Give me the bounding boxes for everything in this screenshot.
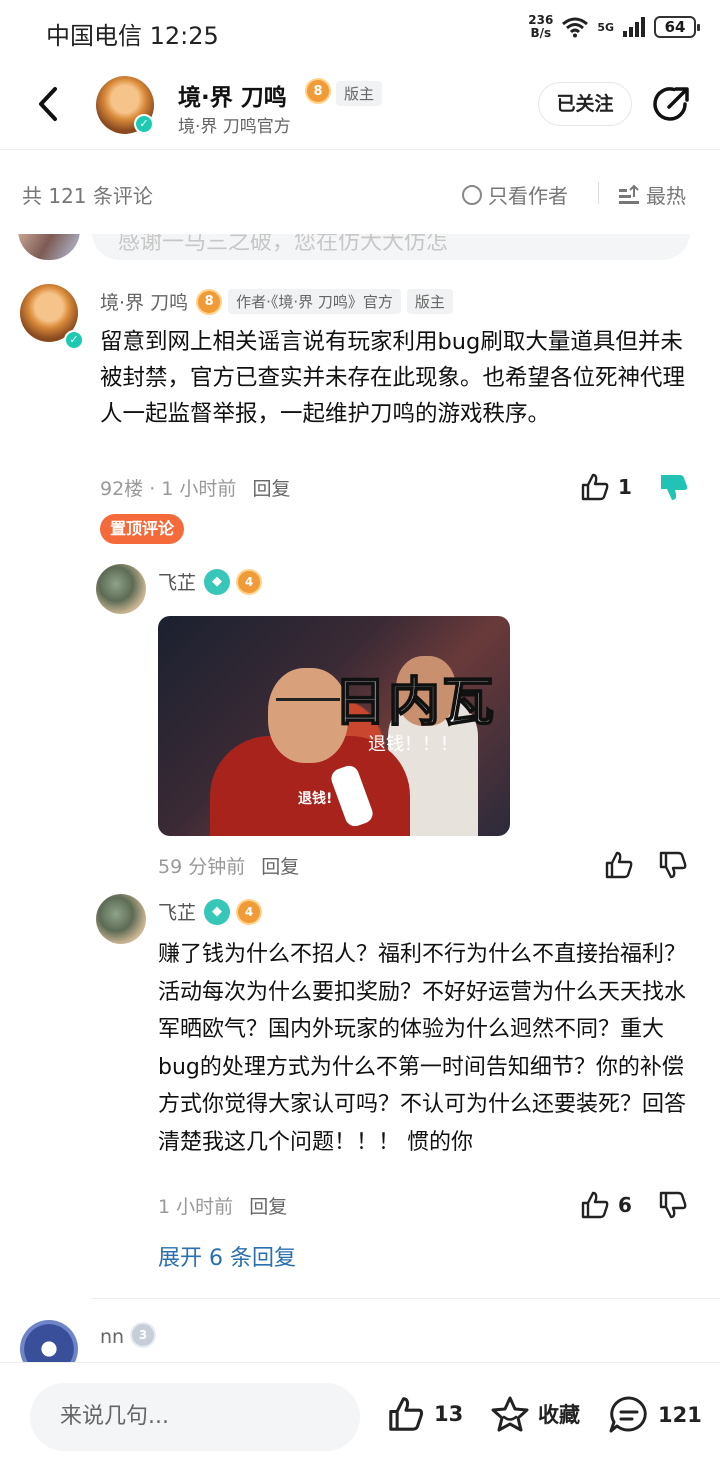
moderator-tag: 版主	[336, 81, 383, 106]
reply-text: 赚了钱为什么不招人？福利不行为什么不直接抬福利？活动每次为什么要扣奖励？不好好运…	[158, 942, 687, 1155]
share-button[interactable]	[652, 84, 692, 124]
comment-author-name[interactable]: nn	[100, 1326, 124, 1348]
reply-avatar[interactable]	[96, 894, 146, 944]
thumbs-up-icon	[581, 1191, 609, 1219]
comment-author-row: 境·界 刀鸣 8 作者·《境·界 刀鸣》官方 版主	[100, 288, 453, 315]
level-badge: 4	[236, 898, 263, 925]
reply-meta: 1 小时前 回复	[158, 1196, 288, 1218]
star-icon	[491, 1396, 529, 1432]
reply-avatar[interactable]	[96, 564, 146, 614]
comment-filter-bar: 共 121 条评论 只看作者 最热	[0, 152, 720, 234]
bottom-action-bar: 来说几句... 13 收藏 121	[0, 1362, 720, 1469]
radio-circle-icon	[462, 184, 482, 205]
thumbs-up-icon	[389, 1397, 424, 1431]
chevron-left-icon	[39, 87, 57, 121]
comments-count: 121	[658, 1403, 702, 1427]
dislike-button[interactable]	[658, 472, 690, 506]
battery-indicator: 64	[654, 16, 700, 38]
level-badge: 8	[196, 288, 223, 315]
like-button[interactable]: 6	[580, 1190, 632, 1220]
like-button[interactable]: 1	[580, 472, 632, 502]
divider	[598, 182, 599, 204]
thread-like-button[interactable]: 13	[386, 1395, 463, 1433]
image-glasses	[276, 698, 340, 712]
comment-author-name[interactable]: 境·界 刀鸣	[100, 288, 188, 315]
reply-button[interactable]: 回复	[249, 1196, 287, 1218]
thumbs-up-icon	[581, 473, 609, 501]
cube-badge-icon: ◆	[204, 898, 231, 925]
moderator-tag: 版主	[406, 289, 453, 314]
divider	[92, 1298, 720, 1299]
pinned-badge: 置顶评论	[100, 514, 185, 544]
reply-author-row: 飞芷 ◆ 4	[158, 568, 263, 595]
thumbs-up-icon	[605, 851, 633, 879]
verified-icon: ✓	[134, 114, 154, 134]
reply-meta: 59 分钟前 回复	[158, 856, 300, 878]
status-bar: 中国电信 12:25 236 B/s 5G 64	[0, 0, 720, 60]
dislike-button[interactable]	[658, 850, 688, 884]
comment-meta: 92楼 · 1 小时前 回复	[100, 478, 291, 500]
cube-badge-icon: ◆	[204, 568, 231, 595]
expand-replies-link[interactable]: 展开 6 条回复	[158, 1240, 296, 1272]
meme-caption-large: 日内瓦	[333, 672, 497, 734]
level-badge: 8	[305, 78, 331, 104]
thumbs-down-icon	[659, 851, 687, 879]
comment-text: 留意到网上相关谣言说有玩家利用bug刷取大量道具但并未被封禁，官方已查实并未存在…	[100, 329, 686, 427]
avatar	[18, 234, 80, 260]
only-author-toggle[interactable]: 只看作者	[462, 180, 568, 209]
meme-caption-small: 退钱！！！	[368, 734, 458, 755]
share-icon	[653, 87, 689, 121]
like-button[interactable]	[604, 850, 634, 884]
thumbs-down-icon	[661, 475, 688, 500]
reply-author-name[interactable]: 飞芷	[158, 568, 196, 595]
level-badge: 4	[236, 568, 263, 595]
like-count: 1	[618, 475, 632, 499]
thumbs-down-icon	[659, 1191, 687, 1219]
signal-icon	[623, 17, 645, 37]
reply-author-row: 飞芷 ◆ 4	[158, 898, 263, 925]
back-button[interactable]	[30, 84, 66, 124]
reply-author-name[interactable]: 飞芷	[158, 898, 196, 925]
sort-hot-button[interactable]: 最热	[618, 180, 686, 209]
status-icons: 236 B/s 5G 64	[528, 13, 700, 40]
carrier-time: 中国电信 12:25	[46, 22, 219, 50]
like-count: 6	[618, 1193, 632, 1217]
thread-like-count: 13	[434, 1402, 464, 1426]
network-speed: 236 B/s	[528, 13, 554, 40]
reply-image[interactable]: 日内瓦 退钱！！！ 退钱!	[158, 616, 510, 836]
meme-caption-shirt: 退钱!	[298, 791, 333, 807]
author-subtitle: 境·界 刀鸣官方	[178, 117, 291, 137]
sort-icon	[619, 184, 639, 204]
reply-button[interactable]: 回复	[261, 856, 299, 878]
author-tag: 作者·《境·界 刀鸣》官方	[228, 289, 401, 314]
comment-count: 共 121 条评论	[22, 184, 153, 208]
level-badge: 3	[130, 1322, 156, 1348]
reply-button[interactable]: 回复	[252, 478, 290, 500]
network-type: 5G	[597, 20, 614, 34]
previous-comment-text: 感谢一马三之破，您在仿大大仿怎	[92, 234, 690, 260]
wifi-icon	[562, 17, 589, 38]
dislike-button[interactable]	[658, 1190, 688, 1224]
favorite-label: 收藏	[538, 1403, 580, 1427]
thread-header: ✓ 境·界 刀鸣 8 版主 境·界 刀鸣官方 已关注	[0, 62, 720, 150]
author-name[interactable]: 境·界 刀鸣	[178, 78, 287, 112]
favorite-button[interactable]: 收藏	[490, 1395, 580, 1433]
follow-button[interactable]: 已关注	[538, 82, 632, 126]
previous-comment-clipped: 感谢一马三之破，您在仿大大仿怎	[0, 234, 720, 264]
comment-bubble-icon	[609, 1396, 647, 1433]
comment-input[interactable]: 来说几句...	[30, 1383, 360, 1451]
verified-icon: ✓	[64, 330, 84, 350]
comments-button[interactable]: 121	[608, 1395, 702, 1435]
